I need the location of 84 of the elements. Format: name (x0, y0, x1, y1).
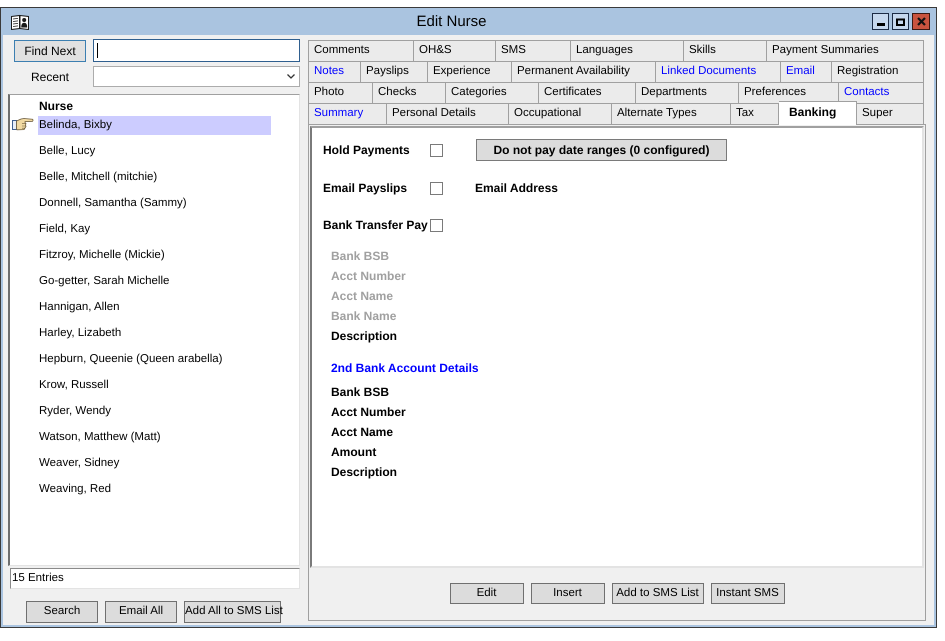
tab[interactable]: Notes (308, 61, 361, 82)
checkbox[interactable] (430, 144, 443, 156)
tab[interactable]: Languages (571, 40, 684, 61)
section-heading: 2nd Bank Account Details (331, 360, 479, 377)
tab[interactable]: Experience (428, 61, 512, 82)
nurse-name[interactable]: Weaver, Sidney (38, 454, 271, 473)
minimize-button[interactable] (872, 13, 889, 30)
field-label: Recent (30, 68, 70, 86)
action-button[interactable]: Edit (450, 583, 524, 604)
tab[interactable]: SMS (496, 40, 571, 61)
close-button[interactable] (912, 13, 930, 30)
tab[interactable]: Contacts (839, 82, 924, 103)
field-label: Bank BSB (331, 384, 390, 401)
action-button[interactable]: Add All to SMS List (184, 601, 281, 623)
tab[interactable]: Categories (446, 82, 539, 103)
text-cursor-icon (97, 43, 98, 58)
pointing-hand-icon (12, 117, 34, 131)
action-button[interactable]: Instant SMS (710, 583, 784, 604)
tab[interactable]: OH&S (414, 40, 496, 61)
close-icon (916, 17, 926, 26)
tab[interactable]: Occupational (509, 103, 612, 124)
field-label: Bank BSB (331, 248, 390, 265)
nurse-name[interactable]: Harley, Lizabeth (38, 324, 271, 343)
field-label: Acct Number (331, 404, 406, 421)
nurse-name[interactable]: Belle, Mitchell (mitchie) (38, 168, 271, 187)
tab[interactable]: Personal Details (387, 103, 509, 124)
checkbox[interactable] (430, 218, 443, 232)
field-label: Description (331, 328, 398, 345)
date-ranges-button[interactable]: Do not pay date ranges (0 configured) (476, 139, 727, 161)
tab[interactable]: Alternate Types (612, 103, 731, 124)
tab[interactable]: Super (857, 103, 924, 124)
action-button[interactable]: Email All (105, 601, 177, 623)
chevron-down-icon (287, 74, 295, 79)
tab[interactable]: Payslips (361, 61, 428, 82)
option-label: Hold Payments (323, 142, 411, 159)
nurse-name[interactable]: Fitzroy, Michelle (Mickie) (38, 246, 271, 265)
field-label: Description (331, 464, 398, 481)
action-button[interactable]: Search (26, 601, 98, 623)
field-label: Acct Number (331, 268, 406, 285)
minimize-icon (876, 23, 884, 26)
maximize-button[interactable] (892, 13, 909, 30)
tab[interactable]: Tax (731, 103, 779, 124)
tab[interactable]: Skills (684, 40, 767, 61)
tab[interactable]: Comments (308, 40, 414, 61)
action-button[interactable]: Insert (530, 583, 604, 604)
tab[interactable]: Departments (636, 82, 739, 103)
field-label: Acct Name (331, 424, 394, 441)
nurse-name[interactable]: Ryder, Wendy (38, 402, 271, 421)
tab[interactable]: Banking (779, 101, 857, 125)
find-next-button[interactable]: Find Next (14, 40, 86, 62)
window-title: Edit Nurse (416, 12, 487, 32)
nurse-name[interactable]: Krow, Russell (38, 376, 271, 395)
nurse-name[interactable]: Donnell, Samantha (Sammy) (38, 194, 271, 213)
tab[interactable]: Photo (308, 82, 373, 103)
checkbox[interactable] (430, 182, 443, 194)
nurse-name[interactable]: Belinda, Bixby (38, 116, 271, 135)
tab[interactable]: Email (781, 61, 832, 82)
tab[interactable]: Preferences (739, 82, 839, 103)
field-label: Amount (331, 444, 376, 461)
tab[interactable]: Registration (832, 61, 924, 82)
option-label: Email Payslips (323, 180, 408, 197)
book-icon (11, 14, 29, 30)
nurse-name[interactable]: Field, Kay (38, 220, 271, 239)
search-field[interactable] (93, 39, 300, 62)
option-label: Bank Transfer Pay (323, 217, 429, 234)
nurse-name[interactable]: Weaving, Red (38, 480, 271, 499)
field-label: Bank Name (331, 308, 396, 325)
field-label: Acct Name (331, 288, 394, 305)
tab[interactable]: Checks (373, 82, 446, 103)
maximize-icon (896, 18, 905, 26)
field-label: Email Address (475, 180, 558, 197)
status-field: 15 Entries (10, 568, 300, 589)
nurse-name[interactable]: Go-getter, Sarah Michelle (38, 272, 271, 291)
nurse-name[interactable]: Watson, Matthew (Matt) (38, 428, 271, 447)
tab[interactable]: Permanent Availability (512, 61, 656, 82)
tab[interactable]: Linked Documents (656, 61, 781, 82)
tab[interactable]: Summary (308, 103, 387, 124)
tab[interactable]: Certificates (539, 82, 636, 103)
action-button[interactable]: Add to SMS List (612, 583, 704, 604)
nurse-name[interactable]: Belle, Lucy (38, 142, 271, 161)
nurse-name[interactable]: Hepburn, Queenie (Queen arabella) (38, 350, 271, 369)
column-header: Nurse (39, 98, 74, 114)
nurse-name[interactable]: Hannigan, Allen (38, 298, 271, 317)
tab[interactable]: Payment Summaries (767, 40, 924, 61)
